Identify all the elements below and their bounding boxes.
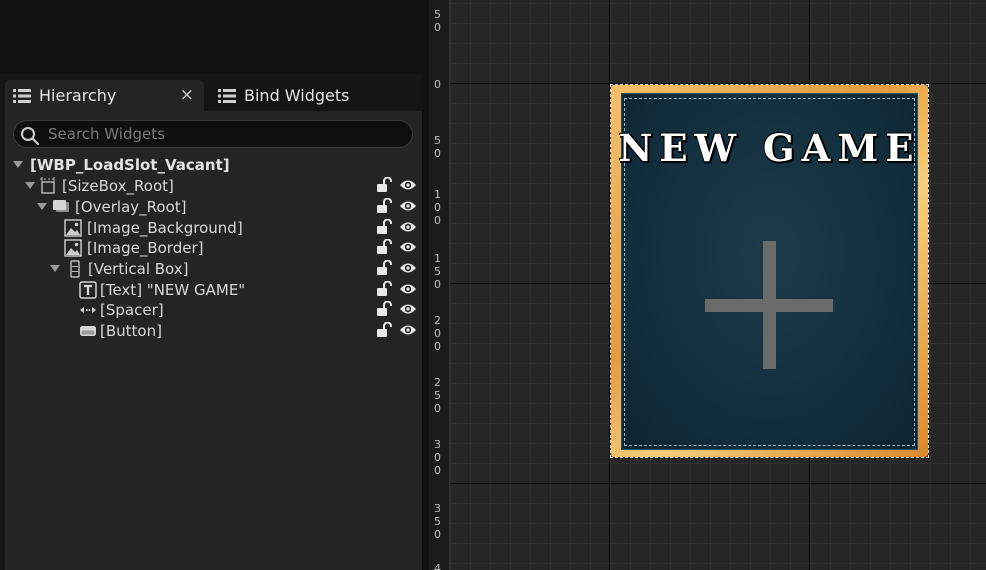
ruler-tick: 250 (434, 376, 441, 415)
lock-icon[interactable] (376, 280, 393, 301)
tree-item-label: [Text] "NEW GAME" (100, 281, 246, 299)
tree-root-row[interactable]: [WBP_LoadSlot_Vacant] (5, 155, 422, 175)
ruler-tick: 0 (434, 78, 441, 91)
lock-icon[interactable] (376, 238, 393, 259)
close-icon[interactable]: × (180, 85, 194, 105)
eye-icon[interactable] (399, 220, 417, 238)
eye-icon[interactable] (399, 302, 417, 320)
hierarchy-panel: Hierarchy × Bind Widgets [WBP_LoadSlot_V… (0, 0, 422, 570)
designer-canvas[interactable]: 50 0 50 100 150 200 250 300 350 4 NEW GA… (429, 0, 986, 570)
spacer-icon (79, 301, 97, 319)
ruler-tick: 50 (434, 8, 441, 34)
ruler-tick: 4 (434, 562, 441, 570)
lock-icon[interactable] (376, 218, 393, 239)
ruler-tick: 350 (434, 502, 441, 541)
tree-item-vertical-box[interactable]: [Vertical Box] (5, 259, 422, 279)
tree-item-label: [Image_Background] (87, 219, 243, 237)
collapse-arrow-icon[interactable] (25, 182, 35, 189)
tree-item-label: [Image_Border] (87, 239, 204, 257)
tab-bind-widgets[interactable]: Bind Widgets (210, 80, 422, 111)
tree-item-label: [Button] (100, 322, 162, 340)
tree-item-label: [Vertical Box] (88, 260, 189, 278)
eye-icon[interactable] (399, 323, 417, 341)
ruler-tick: 100 (434, 188, 441, 227)
tree-item-image-border[interactable]: [Image_Border] (5, 238, 422, 258)
tab-bind-widgets-label: Bind Widgets (244, 86, 350, 105)
overlay-icon (52, 198, 70, 216)
lock-icon[interactable] (376, 321, 393, 342)
eye-icon[interactable] (399, 178, 417, 196)
tree-item-spacer[interactable]: [Spacer] (5, 300, 422, 320)
ruler-tick: 200 (434, 314, 441, 353)
sizebox-icon (39, 177, 57, 195)
button-icon (79, 322, 97, 340)
ruler-tick: 50 (434, 134, 441, 160)
search-icon (20, 126, 40, 150)
tab-hierarchy[interactable]: Hierarchy × (5, 80, 204, 111)
search-input[interactable] (48, 124, 398, 144)
eye-icon[interactable] (399, 261, 417, 279)
collapse-arrow-icon[interactable] (37, 203, 47, 210)
text-icon (79, 281, 97, 299)
panel-top-empty-area (0, 0, 422, 74)
search-box[interactable] (13, 120, 413, 148)
tree-root-label: [WBP_LoadSlot_Vacant] (30, 156, 230, 174)
vertical-ruler[interactable]: 50 0 50 100 150 200 250 300 350 4 (429, 0, 450, 570)
tree-item-overlay-root[interactable]: [Overlay_Root] (5, 197, 422, 217)
lock-icon[interactable] (376, 197, 393, 218)
tree-item-text-new-game[interactable]: [Text] "NEW GAME" (5, 280, 422, 300)
vertical-box-icon (66, 260, 84, 278)
list-icon (13, 88, 31, 104)
eye-icon[interactable] (399, 282, 417, 300)
eye-icon[interactable] (399, 199, 417, 217)
lock-icon[interactable] (376, 176, 393, 197)
lock-icon[interactable] (376, 259, 393, 280)
tree-item-label: [SizeBox_Root] (62, 177, 174, 195)
tree-item-label: [Overlay_Root] (75, 198, 187, 216)
image-icon (64, 239, 82, 257)
image-icon (64, 219, 82, 237)
major-grid-line (449, 483, 986, 484)
collapse-arrow-icon[interactable] (13, 161, 23, 168)
load-slot-widget-preview[interactable]: NEW GAME (610, 84, 929, 458)
eye-icon[interactable] (399, 240, 417, 258)
ruler-tick: 300 (434, 438, 441, 477)
panel-splitter[interactable] (422, 0, 429, 570)
ruler-tick: 150 (434, 252, 441, 291)
tab-hierarchy-label: Hierarchy (39, 86, 117, 105)
tree-item-button[interactable]: [Button] (5, 321, 422, 341)
collapse-arrow-icon[interactable] (50, 265, 60, 272)
new-game-text[interactable]: NEW GAME (610, 126, 929, 170)
tree-item-sizebox-root[interactable]: [SizeBox_Root] (5, 176, 422, 196)
tab-bar: Hierarchy × Bind Widgets (5, 80, 422, 111)
tree-item-image-background[interactable]: [Image_Background] (5, 218, 422, 238)
tree-item-label: [Spacer] (100, 301, 164, 319)
lock-icon[interactable] (376, 300, 393, 321)
list-icon (218, 88, 236, 104)
plus-icon[interactable] (705, 299, 833, 312)
